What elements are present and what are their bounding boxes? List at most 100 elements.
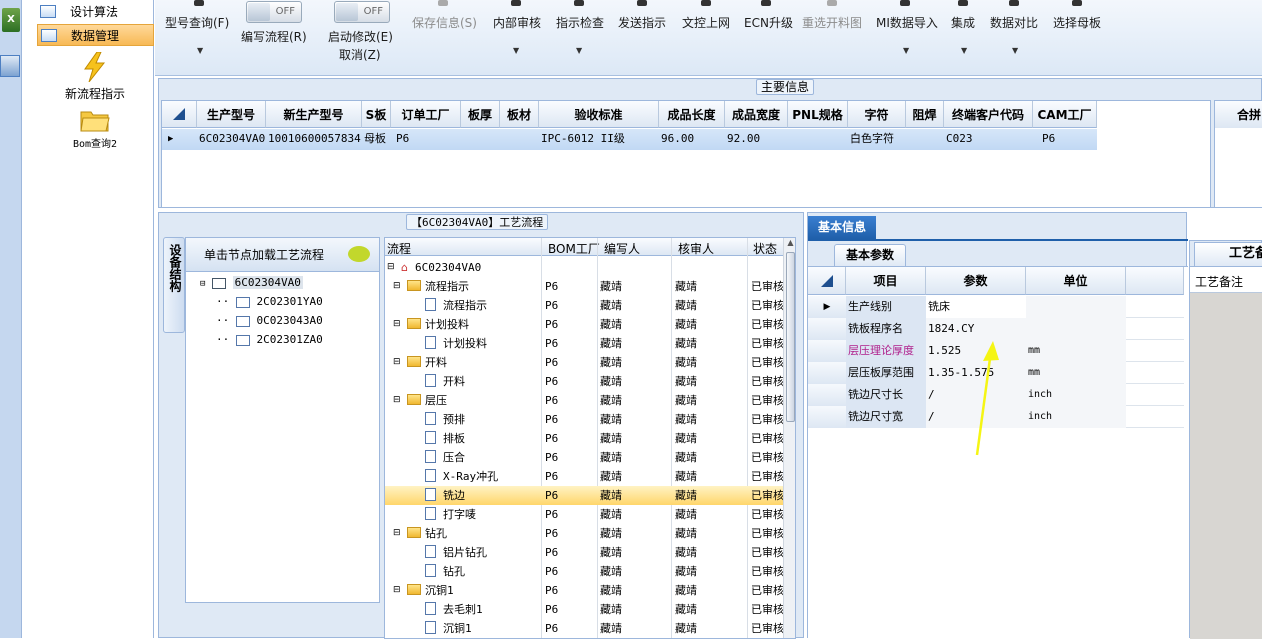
column-header[interactable]: 验收标准	[539, 101, 659, 128]
tree-node[interactable]: ·· 0C023043A0	[200, 314, 323, 333]
chevron-down-icon[interactable]: ▼	[903, 46, 909, 55]
cell[interactable]: P6	[1040, 129, 1055, 149]
cell[interactable]: P6	[394, 129, 409, 149]
flow-row[interactable]: 铣边 P6 藏靖 藏靖 已审核	[385, 486, 783, 505]
column-header[interactable]: 编写人	[604, 240, 640, 257]
column-header[interactable]: 合拼	[1215, 101, 1262, 128]
flow-status: 已审核	[751, 299, 783, 312]
param-value: 铣床	[926, 296, 1026, 318]
flow-row[interactable]: 计划投料 P6 藏靖 藏靖 已审核	[385, 334, 783, 353]
process-note-area[interactable]: 工艺备注	[1190, 266, 1262, 639]
column-header[interactable]: 单位	[1026, 267, 1126, 295]
flow-row[interactable]: 铝片钻孔 P6 藏靖 藏靖 已审核	[385, 543, 783, 562]
start-modify-toggle[interactable]: OFF	[334, 1, 390, 23]
send-indicator-button[interactable]: 发送指示	[618, 14, 666, 31]
column-header[interactable]: 流程	[387, 240, 411, 257]
table-row[interactable]: ▶ 6C02304VA0 10010600057834 母板 P6 IPC-60…	[162, 129, 1097, 150]
tab-base-params[interactable]: 基本参数	[834, 244, 906, 266]
flow-row[interactable]: ⊟ 流程指示 P6 藏靖 藏靖 已审核	[385, 277, 783, 296]
cell[interactable]: 10010600057834	[266, 129, 361, 149]
flow-row[interactable]: 开料 P6 藏靖 藏靖 已审核	[385, 372, 783, 391]
flow-row[interactable]: ⊟ 计划投料 P6 藏靖 藏靖 已审核	[385, 315, 783, 334]
tab-base-info[interactable]: 基本信息	[808, 216, 876, 239]
tree-node[interactable]: ·· 2C02301YA0	[200, 295, 323, 314]
flow-row[interactable]: X-Ray冲孔 P6 藏靖 藏靖 已审核	[385, 467, 783, 486]
flow-row[interactable]: ⊟ 沉铜1 P6 藏靖 藏靖 已审核	[385, 581, 783, 600]
flow-row[interactable]: 排板 P6 藏靖 藏靖 已审核	[385, 429, 783, 448]
cell[interactable]: 白色字符	[848, 129, 894, 149]
column-header[interactable]: 板材	[500, 101, 539, 128]
column-header[interactable]: 项目	[846, 267, 926, 295]
ecn-upgrade-button[interactable]: ECN升级	[744, 14, 793, 31]
vertical-scrollbar[interactable]: ▲	[783, 238, 795, 638]
flow-row[interactable]: 预排 P6 藏靖 藏靖 已审核	[385, 410, 783, 429]
data-compare-button[interactable]: 数据对比	[990, 14, 1038, 31]
column-header[interactable]: 订单工厂	[391, 101, 461, 128]
column-header[interactable]: 核审人	[678, 240, 714, 257]
param-row[interactable]: ▶ 生产线别 铣床	[808, 296, 1184, 318]
column-header[interactable]: 成品宽度	[725, 101, 788, 128]
flow-row[interactable]: ⊟ 开料 P6 藏靖 藏靖 已审核	[385, 353, 783, 372]
scroll-up-icon[interactable]: ▲	[784, 238, 795, 247]
flow-row[interactable]: 打字唛 P6 藏靖 藏靖 已审核	[385, 505, 783, 524]
tree-node[interactable]: ·· 2C02301ZA0	[200, 333, 323, 352]
save-info-button[interactable]: 保存信息(S)	[412, 14, 477, 31]
reselect-cutting-button[interactable]: 重选开料图	[802, 14, 862, 31]
mi-import-button[interactable]: MI数据导入	[876, 14, 938, 31]
chevron-down-icon[interactable]: ▼	[513, 46, 519, 55]
tab-equipment-structure[interactable]: 设备结构	[163, 237, 185, 333]
column-header[interactable]: 终端客户代码	[944, 101, 1033, 128]
column-header[interactable]: 成品长度	[659, 101, 725, 128]
cancel-button[interactable]: 取消(Z)	[339, 46, 381, 63]
column-header[interactable]: 阻焊	[906, 101, 944, 128]
new-flow-button[interactable]: 新流程指示	[45, 51, 145, 102]
flow-row[interactable]: ⊟ 层压 P6 藏靖 藏靖 已审核	[385, 391, 783, 410]
flow-row[interactable]: 钻孔 P6 藏靖 藏靖 已审核	[385, 562, 783, 581]
model-query-button[interactable]: 型号查询(F)	[165, 14, 229, 31]
nav-item-data-management[interactable]: 数据管理	[37, 24, 154, 46]
flow-row[interactable]: ⊟ 钻孔 P6 藏靖 藏靖 已审核	[385, 524, 783, 543]
flow-row[interactable]: 压合 P6 藏靖 藏靖 已审核	[385, 448, 783, 467]
import-icon	[900, 0, 910, 6]
flow-row[interactable]: 沉铜1 P6 藏靖 藏靖 已审核	[385, 619, 783, 638]
flow-row[interactable]: 流程指示 P6 藏靖 藏靖 已审核	[385, 296, 783, 315]
tree-node-root[interactable]: ⊟ 6C02304VA0	[200, 276, 323, 295]
comment-icon[interactable]	[348, 246, 370, 262]
scroll-thumb[interactable]	[786, 252, 795, 422]
cell[interactable]: 6C02304VA0	[197, 129, 265, 149]
column-header[interactable]: BOM工厂	[548, 240, 600, 257]
column-header[interactable]: 板厚	[461, 101, 500, 128]
tree-node-label: 2C02301ZA0	[256, 333, 323, 346]
column-header[interactable]: CAM工厂	[1033, 101, 1097, 128]
integrate-button[interactable]: 集成	[951, 14, 975, 31]
chevron-down-icon[interactable]: ▼	[1012, 46, 1018, 55]
column-header[interactable]: 生产型号	[197, 101, 266, 128]
column-header[interactable]: 参数	[926, 267, 1026, 295]
calculator-icon[interactable]	[0, 55, 20, 77]
bom-query-button[interactable]: Bom查询2	[45, 108, 145, 150]
flow-row[interactable]: ⊟ ⌂ 6C02304VA0	[385, 258, 783, 277]
column-header[interactable]: 字符	[848, 101, 906, 128]
doc-control-upload-button[interactable]: 文控上网	[682, 14, 730, 31]
indicator-check-button[interactable]: 指示检查	[556, 14, 604, 31]
column-header[interactable]: 新生产型号	[266, 101, 362, 128]
excel-icon[interactable]: X	[2, 8, 20, 32]
flow-name: 打字唛	[443, 508, 476, 521]
chevron-down-icon[interactable]: ▼	[576, 46, 582, 55]
cell[interactable]: 母板	[362, 129, 386, 149]
column-header[interactable]: S板	[362, 101, 391, 128]
tab-process-note[interactable]: 工艺备	[1194, 242, 1262, 266]
select-master-board-button[interactable]: 选择母板	[1053, 14, 1101, 31]
chevron-down-icon[interactable]: ▼	[961, 46, 967, 55]
cell[interactable]: IPC-6012 II级	[539, 129, 625, 149]
nav-item-design[interactable]: 设计算法	[37, 0, 154, 22]
flow-row[interactable]: 去毛刺1 P6 藏靖 藏靖 已审核	[385, 600, 783, 619]
cell[interactable]: C023	[944, 129, 973, 149]
chevron-down-icon[interactable]: ▼	[197, 46, 203, 55]
cell[interactable]: 96.00	[659, 129, 694, 149]
cell[interactable]: 92.00	[725, 129, 760, 149]
internal-audit-button[interactable]: 内部审核	[493, 14, 541, 31]
edit-flow-toggle[interactable]: OFF	[246, 1, 302, 23]
column-header[interactable]: PNL规格	[788, 101, 848, 128]
column-header[interactable]: 状态	[753, 240, 777, 257]
